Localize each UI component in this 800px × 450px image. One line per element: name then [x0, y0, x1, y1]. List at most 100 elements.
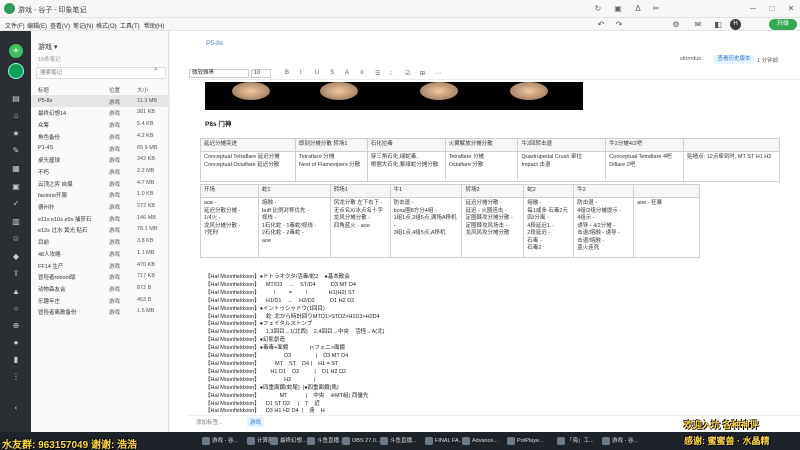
table-cell[interactable]: 延迟分摊分散 - 延迟 - 火圈连击 - 定圈棘攻分摊分散 - 定圈棘攻风场击 … [461, 197, 525, 258]
note-list-item[interactable]: 动物森友会 游戏 872 B [31, 282, 169, 294]
search-icon[interactable]: ⌕ [154, 66, 158, 74]
note-list-item[interactable]: 冒险者reboot版 游戏 717 KB [31, 271, 169, 283]
sync-icon[interactable]: ↻ [592, 3, 604, 15]
more-icon[interactable]: ⋮ [10, 371, 22, 383]
menu-note[interactable]: 笔记(N) [73, 21, 93, 30]
note-list-item[interactable]: factorio开服 游戏 1.0 KB [31, 189, 169, 201]
upgrade-button[interactable]: 升级 [769, 19, 797, 30]
table-header-cell[interactable]: 转场1 [329, 184, 391, 198]
table-cell[interactable]: 熔融 - 每1或多 石毒2元 四/分离 - 4段延迟1 - 2段延迟 - 石毒 … [523, 197, 575, 258]
note-list-item[interactable]: 冒险者离散备份 游戏 1.5 MB [31, 306, 169, 318]
note-list-item[interactable]: P1-4S 游戏 65.9 MB [31, 142, 169, 154]
note-list-item[interactable]: 角色备份 游戏 4.2 KB [31, 130, 169, 142]
screen-icon[interactable]: ▣ [612, 3, 624, 15]
search-rail-icon[interactable]: ○ [10, 303, 22, 315]
table-cell[interactable]: Tetraflare 分摊 Octaflare 分散 [444, 151, 519, 182]
taskbar-app-button[interactable]: 最终幻想... [268, 434, 307, 448]
format-button-icon[interactable]: I [300, 70, 302, 76]
format-button-icon[interactable]: ⊞ [420, 70, 425, 77]
menu-tools[interactable]: 工具(T) [120, 21, 140, 30]
users-icon[interactable]: ☺ [10, 233, 22, 245]
star-icon[interactable]: ★ [10, 128, 22, 140]
clip-icon[interactable]: ✂ [650, 3, 662, 15]
trash-icon[interactable]: ▮ [10, 354, 22, 366]
table-cell[interactable]: 防击退 - boss圈8方分4组 - 1组1点,2组5点,满场A移机 - 3组1… [389, 197, 463, 258]
note-list-item[interactable]: 最终幻想14 游戏 381 KB [31, 107, 169, 119]
tag-icon[interactable]: ◆ [10, 251, 22, 263]
lock-icon[interactable]: ▲ [10, 286, 22, 298]
table-cell[interactable]: 贴墙点: 12点牵到时, MT ST H1 H2 [683, 151, 780, 182]
redo-icon[interactable]: ↷ [613, 19, 625, 31]
table-cell[interactable]: 熔融 - buff 比例对称优先 - 视线 - 1石化蛇 - 1毒蛇/视线 - … [257, 197, 331, 258]
column-header-location[interactable]: 位置 [109, 86, 120, 94]
note-tag[interactable]: 游戏 [247, 417, 265, 427]
share-icon[interactable]: ⇪ [10, 268, 22, 280]
format-button-icon[interactable]: S [330, 70, 334, 76]
menu-view[interactable]: 查看(V) [50, 21, 70, 30]
taskbar-app-button[interactable]: PotPlaye... [505, 434, 544, 448]
table-header-cell[interactable]: 即刻分摊分散 转场1 [294, 138, 368, 152]
menu-format[interactable]: 格式(O) [96, 21, 117, 30]
table-cell[interactable]: Quadrupedal Crush 牵拉 Impact 击退 [517, 151, 607, 182]
column-header-title[interactable]: 标题 [38, 86, 49, 94]
note-list-item[interactable]: FF14 生产 游戏 470 KB [31, 259, 169, 271]
note-owner[interactable]: sforndus [680, 56, 701, 62]
table-header-cell[interactable]: 牛2 [573, 184, 635, 198]
format-button-icon[interactable]: ☑ [405, 70, 410, 77]
note-list-item[interactable]: e12s 过水 黄光 贴石 游戏 78.1 MB [31, 224, 169, 236]
activity-icon[interactable]: Δ [632, 3, 644, 15]
note-list-item[interactable]: 桌头屋球 游戏 342 KB [31, 154, 169, 166]
maximize-button[interactable]: □ [766, 3, 778, 15]
table-cell[interactable]: aoe - 狂暴 [633, 197, 700, 258]
format-button-icon[interactable]: A [345, 70, 349, 76]
menu-edit[interactable]: 编辑(E) [27, 21, 47, 30]
search-input[interactable] [40, 69, 150, 77]
add-tag-input[interactable]: 添加标签... [196, 418, 223, 426]
table-header-cell[interactable]: 蛇1 [257, 184, 331, 198]
taskbar-app-button[interactable]: 游戏 - 谷... [600, 434, 638, 448]
note-list-item[interactable]: 48人攻略 游戏 1.1 MB [31, 247, 169, 259]
note-list-item[interactable]: 不朽 游戏 2.2 MB [31, 165, 169, 177]
menu-file[interactable]: 文件(F) [5, 21, 25, 30]
table-header-cell[interactable]: 牛2回转击退 [517, 138, 607, 152]
table-header-cell[interactable] [633, 184, 700, 198]
taskbar-app-button[interactable]: 斗鱼直播... [378, 434, 417, 448]
note-list-item[interactable]: 众筹 游戏 5.4 KB [31, 118, 169, 130]
new-note-button[interactable]: + [9, 44, 23, 58]
macro-script-block[interactable]: 【Hal Moonfieldxion】●ドトラオクタ/活毒/蛇2 ●基本散会 【H… [205, 274, 625, 416]
note-list-item[interactable]: P5-8s 游戏 11.3 MB [31, 95, 169, 107]
shortcuts-icon[interactable]: ▤ [10, 93, 22, 105]
table-header-cell[interactable]: 蛇2 [523, 184, 575, 198]
close-button[interactable]: ✕ [785, 3, 797, 15]
settings-icon[interactable]: ⚙ [670, 19, 682, 31]
format-button-icon[interactable]: ≡ [360, 70, 364, 76]
table-cell[interactable]: 防击退 - 4组/2组分摊提示 - 4组示 - 诱导 - 4/2分摊 - 击退/… [573, 197, 635, 258]
history-button[interactable]: 查看历史版本 [714, 55, 754, 64]
note-list-item[interactable]: 云顶之弈 自爆 游戏 4.7 MB [31, 177, 169, 189]
note-list-item[interactable]: 乐趣年庄 游戏 453 B [31, 294, 169, 306]
column-header-size[interactable]: 大小 [137, 86, 148, 94]
format-button-icon[interactable]: ☰ [375, 70, 380, 77]
clip-rail-icon[interactable]: ⊕ [10, 320, 22, 332]
table-header-cell[interactable]: 延迟分摊突进 [200, 138, 296, 152]
table-header-cell[interactable]: 转场2 [461, 184, 525, 198]
mechanics-table-1[interactable]: 延迟分摊突进 即刻分摊分散 转场1 石化拉毒 火翼解放分摊分散 牛2回转击退 牛2分摊4/… [200, 138, 780, 182]
minimize-button[interactable]: ─ [747, 3, 759, 15]
table-header-cell[interactable]: 牛1 [389, 184, 463, 198]
table-cell[interactable]: Conceptual Tetraflare 4吧 Diflare 2吧 [605, 151, 685, 182]
table-header-cell[interactable]: 牛2分摊4/2吧 [605, 138, 685, 152]
format-button-icon[interactable]: B [285, 70, 289, 76]
table-cell[interactable]: 风龙分散 左下右下 - 无点名X/冰点名十字 龙风分摊分散 - 四角蓝火 - a… [329, 197, 391, 258]
mechanics-table-2[interactable]: 开场 蛇1 转场1 牛1 转场2 蛇2 牛2 aoe - 延迟分散分摊 - 1/4火 - 龙… [200, 184, 700, 258]
table-header-cell[interactable]: 火翼解放分摊分散 [444, 138, 519, 152]
taskbar-app-button[interactable]: Advance... [460, 434, 498, 448]
account-avatar[interactable] [8, 63, 24, 79]
taskbar-app-button[interactable]: FINAL FA... [423, 434, 463, 448]
collapse-icon[interactable]: ‹ [10, 402, 22, 414]
note-list-item[interactable]: 目前 游戏 3.8 KB [31, 235, 169, 247]
format-button-icon[interactable]: ⋯ [435, 70, 441, 77]
home-icon[interactable]: ⌂ [10, 110, 22, 122]
notebook-name[interactable]: 游戏 ▾ [38, 42, 57, 52]
undo-icon[interactable]: ↶ [595, 19, 607, 31]
note-title[interactable]: P5-8s [206, 40, 223, 47]
